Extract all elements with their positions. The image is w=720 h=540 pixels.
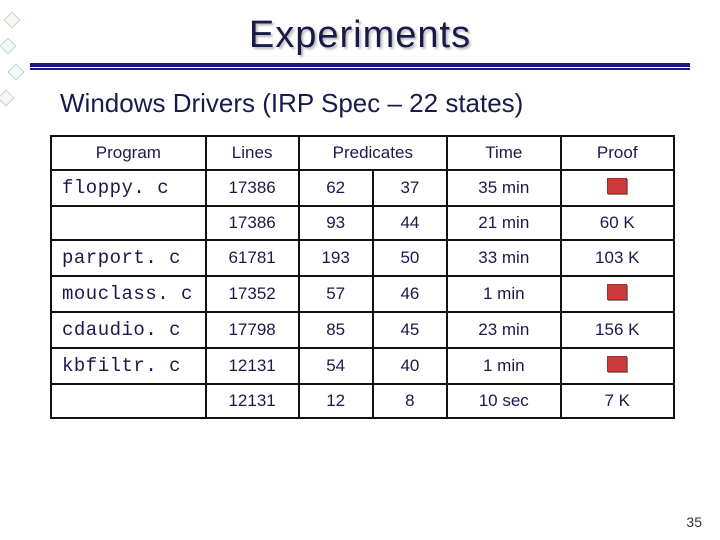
- table-header-row: Program Lines Predicates Time Proof: [51, 136, 674, 170]
- cell-predicates-a: 12: [299, 384, 373, 418]
- col-proof: Proof: [561, 136, 675, 170]
- cell-program: [51, 206, 206, 240]
- slide: Experiments Windows Drivers (IRP Spec – …: [0, 0, 720, 540]
- cell-lines: 12131: [206, 348, 299, 384]
- cell-time: 10 sec: [447, 384, 560, 418]
- cell-time: 1 min: [447, 348, 560, 384]
- cell-predicates-a: 85: [299, 312, 373, 348]
- cell-program: mouclass. c: [51, 276, 206, 312]
- col-time: Time: [447, 136, 560, 170]
- table-row: cdaudio. c17798854523 min156 K: [51, 312, 674, 348]
- cell-proof: [561, 170, 675, 206]
- cell-proof: 60 K: [561, 206, 675, 240]
- cell-program: [51, 384, 206, 418]
- cell-proof: 103 K: [561, 240, 675, 276]
- cell-time: 21 min: [447, 206, 560, 240]
- cell-predicates-b: 50: [373, 240, 447, 276]
- slide-title: Experiments: [0, 0, 720, 57]
- proof-chip-icon: [607, 356, 627, 372]
- cell-proof: 7 K: [561, 384, 675, 418]
- table-row: floppy. c17386623735 min: [51, 170, 674, 206]
- results-table: Program Lines Predicates Time Proof flop…: [50, 135, 675, 419]
- cell-lines: 17352: [206, 276, 299, 312]
- cell-program: kbfiltr. c: [51, 348, 206, 384]
- slide-subtitle: Windows Drivers (IRP Spec – 22 states): [0, 70, 720, 119]
- cell-time: 35 min: [447, 170, 560, 206]
- cell-predicates-b: 46: [373, 276, 447, 312]
- cell-proof: [561, 348, 675, 384]
- cell-predicates-a: 54: [299, 348, 373, 384]
- cell-predicates-b: 8: [373, 384, 447, 418]
- cell-predicates-b: 45: [373, 312, 447, 348]
- table-row: kbfiltr. c1213154401 min: [51, 348, 674, 384]
- cell-time: 23 min: [447, 312, 560, 348]
- cell-predicates-b: 44: [373, 206, 447, 240]
- col-program: Program: [51, 136, 206, 170]
- title-rule: [0, 57, 720, 70]
- cell-predicates-a: 193: [299, 240, 373, 276]
- results-table-wrap: Program Lines Predicates Time Proof flop…: [0, 119, 720, 419]
- cell-proof: [561, 276, 675, 312]
- cell-program: cdaudio. c: [51, 312, 206, 348]
- proof-chip-icon: [607, 178, 627, 194]
- cell-predicates-b: 37: [373, 170, 447, 206]
- cell-program: parport. c: [51, 240, 206, 276]
- cell-predicates-a: 62: [299, 170, 373, 206]
- page-number: 35: [686, 514, 702, 530]
- table-row: 1213112810 sec7 K: [51, 384, 674, 418]
- cell-predicates-b: 40: [373, 348, 447, 384]
- table-row: 17386934421 min60 K: [51, 206, 674, 240]
- col-lines: Lines: [206, 136, 299, 170]
- col-predicates: Predicates: [299, 136, 448, 170]
- cell-time: 1 min: [447, 276, 560, 312]
- cell-program: floppy. c: [51, 170, 206, 206]
- cell-lines: 17386: [206, 170, 299, 206]
- cell-lines: 17798: [206, 312, 299, 348]
- proof-chip-icon: [607, 284, 627, 300]
- cell-lines: 61781: [206, 240, 299, 276]
- cell-time: 33 min: [447, 240, 560, 276]
- cell-predicates-a: 93: [299, 206, 373, 240]
- cell-proof: 156 K: [561, 312, 675, 348]
- table-row: mouclass. c1735257461 min: [51, 276, 674, 312]
- cell-lines: 12131: [206, 384, 299, 418]
- cell-lines: 17386: [206, 206, 299, 240]
- cell-predicates-a: 57: [299, 276, 373, 312]
- table-row: parport. c617811935033 min103 K: [51, 240, 674, 276]
